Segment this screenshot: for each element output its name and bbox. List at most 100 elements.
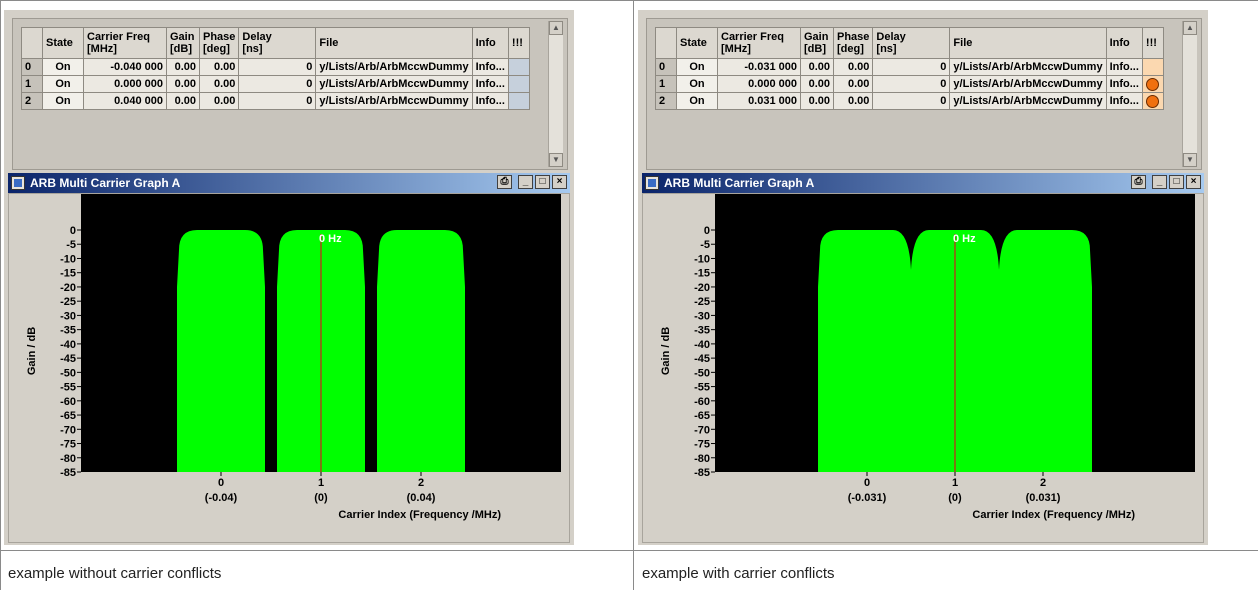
header-info[interactable]: Info (471, 27, 509, 59)
info-button[interactable]: Info... (1105, 58, 1143, 76)
phase-cell[interactable]: 0.00 (198, 92, 240, 110)
table-row[interactable]: 2 On 0.040 000 0.00 0.00 0 y/Lists/Arb/ArbMccw… (21, 92, 530, 110)
header-delay-line1: Delay (876, 31, 906, 43)
header-carrier-freq[interactable]: Carrier Freq [MHz] (83, 27, 167, 59)
header-state[interactable]: State (676, 27, 718, 59)
gain-cell[interactable]: 0.00 (166, 92, 200, 110)
state-cell[interactable]: On (42, 75, 84, 93)
gain-cell[interactable]: 0.00 (800, 58, 834, 76)
table-row[interactable]: 1 On 0.000 000 0.00 0.00 0 y/Lists/Arb/ArbMccw… (21, 75, 530, 93)
carrier-freq-cell[interactable]: 0.040 000 (83, 92, 167, 110)
header-phase[interactable]: Phase [deg] (198, 27, 240, 59)
carrier-freq-cell[interactable]: -0.031 000 (717, 58, 801, 76)
phase-cell[interactable]: 0.00 (198, 75, 240, 93)
state-cell[interactable]: On (42, 92, 84, 110)
delay-cell[interactable]: 0 (238, 75, 317, 93)
scroll-up-button[interactable]: ▲ (549, 21, 563, 35)
gain-cell[interactable]: 0.00 (166, 58, 200, 76)
header-gain-line2: [dB] (804, 43, 826, 55)
header-gain[interactable]: Gain [dB] (800, 27, 834, 59)
info-button[interactable]: Info... (471, 58, 509, 76)
carrier-freq-cell[interactable]: 0.031 000 (717, 92, 801, 110)
graph-window-titlebar[interactable]: ARB Multi Carrier Graph A ⎙ _ □ × (8, 173, 570, 193)
y-tick-label: -5 (700, 239, 710, 251)
gain-cell[interactable]: 0.00 (800, 75, 834, 93)
header-phase-line1: Phase (203, 31, 236, 43)
carrier-freq-cell[interactable]: 0.000 000 (83, 75, 167, 93)
header-gain[interactable]: Gain [dB] (166, 27, 200, 59)
file-cell[interactable]: y/Lists/Arb/ArbMccwDummy (315, 92, 473, 110)
header-phase[interactable]: Phase [deg] (832, 27, 874, 59)
minimize-button[interactable]: _ (518, 175, 533, 189)
y-tick-label: -15 (694, 268, 710, 280)
y-tick-label: -80 (694, 453, 710, 465)
graph-window-body: 0 -5 -10 -15 -20 -25 -30 -35 -40 -45 -50 -55 -60 -65 -… (642, 193, 1204, 543)
close-button[interactable]: × (552, 175, 567, 189)
graph-window-titlebar[interactable]: ARB Multi Carrier Graph A ⎙ _ □ × (642, 173, 1204, 193)
header-info[interactable]: Info (1105, 27, 1143, 59)
info-button[interactable]: Info... (471, 92, 509, 110)
phase-cell[interactable]: 0.00 (832, 92, 874, 110)
app-icon (11, 176, 25, 190)
state-cell[interactable]: On (676, 58, 718, 76)
delay-cell[interactable]: 0 (872, 58, 951, 76)
table-scrollbar[interactable]: ▲ ▼ (1182, 21, 1197, 167)
table-scrollbar[interactable]: ▲ ▼ (548, 21, 563, 167)
gain-cell[interactable]: 0.00 (800, 92, 834, 110)
minimize-button[interactable]: _ (1152, 175, 1167, 189)
carrier-freq-cell[interactable]: 0.000 000 (717, 75, 801, 93)
table-row[interactable]: 2 On 0.031 000 0.00 0.00 0 y/Lists/Arb/ArbMccw… (655, 92, 1164, 110)
scroll-down-button[interactable]: ▼ (1183, 153, 1197, 167)
maximize-button[interactable]: □ (535, 175, 550, 189)
print-icon[interactable]: ⎙ (497, 175, 512, 189)
info-button[interactable]: Info... (471, 75, 509, 93)
delay-cell[interactable]: 0 (238, 58, 317, 76)
delay-cell[interactable]: 0 (238, 92, 317, 110)
carrier-table-area: State Carrier Freq [MHz] Gain [dB] Phase [d… (12, 18, 568, 170)
delay-cell[interactable]: 0 (872, 75, 951, 93)
y-tick-label: -45 (694, 353, 710, 365)
graph-window-body: 0 -5 -10 -15 -20 -25 -30 -35 -40 -45 -50 -55 -60 -65 -… (8, 193, 570, 543)
y-tick-label: -55 (694, 382, 710, 394)
table-row[interactable]: 1 On 0.000 000 0.00 0.00 0 y/Lists/Arb/ArbMccw… (655, 75, 1164, 93)
header-file[interactable]: File (949, 27, 1107, 59)
window-controls: ⎙ _ □ × (1131, 175, 1201, 189)
state-cell[interactable]: On (676, 92, 718, 110)
gain-cell[interactable]: 0.00 (166, 75, 200, 93)
table-row[interactable]: 0 On -0.031 000 0.00 0.00 0 y/Lists/Arb/ArbMcc… (655, 58, 1164, 76)
y-tick-label: -75 (694, 439, 710, 451)
state-cell[interactable]: On (42, 58, 84, 76)
header-delay-line2: [ns] (876, 43, 897, 55)
y-tick-label: -15 (60, 268, 76, 280)
maximize-button[interactable]: □ (1169, 175, 1184, 189)
header-delay[interactable]: Delay [ns] (872, 27, 951, 59)
phase-cell[interactable]: 0.00 (832, 58, 874, 76)
y-tick-label: -30 (60, 310, 76, 322)
file-cell[interactable]: y/Lists/Arb/ArbMccwDummy (315, 58, 473, 76)
print-icon[interactable]: ⎙ (1131, 175, 1146, 189)
state-cell[interactable]: On (676, 75, 718, 93)
window-controls: ⎙ _ □ × (497, 175, 567, 189)
table-row[interactable]: 0 On -0.040 000 0.00 0.00 0 y/Lists/Arb/ArbMcc… (21, 58, 530, 76)
phase-cell[interactable]: 0.00 (832, 75, 874, 93)
info-button[interactable]: Info... (1105, 75, 1143, 93)
header-delay[interactable]: Delay [ns] (238, 27, 317, 59)
file-cell[interactable]: y/Lists/Arb/ArbMccwDummy (949, 75, 1107, 93)
scroll-up-button[interactable]: ▲ (1183, 21, 1197, 35)
delay-cell[interactable]: 0 (872, 92, 951, 110)
conflict-indicator-cell (1141, 58, 1164, 76)
file-cell[interactable]: y/Lists/Arb/ArbMccwDummy (949, 58, 1107, 76)
header-file[interactable]: File (315, 27, 473, 59)
header-state[interactable]: State (42, 27, 84, 59)
phase-cell[interactable]: 0.00 (198, 58, 240, 76)
conflict-warning-icon (1146, 94, 1160, 108)
info-button[interactable]: Info... (1105, 92, 1143, 110)
y-tick-label: -50 (694, 367, 710, 379)
scroll-down-button[interactable]: ▼ (549, 153, 563, 167)
file-cell[interactable]: y/Lists/Arb/ArbMccwDummy (949, 92, 1107, 110)
carrier-freq-cell[interactable]: -0.040 000 (83, 58, 167, 76)
close-button[interactable]: × (1186, 175, 1201, 189)
file-cell[interactable]: y/Lists/Arb/ArbMccwDummy (315, 75, 473, 93)
header-carrier-freq[interactable]: Carrier Freq [MHz] (717, 27, 801, 59)
y-tick-label: -30 (694, 310, 710, 322)
